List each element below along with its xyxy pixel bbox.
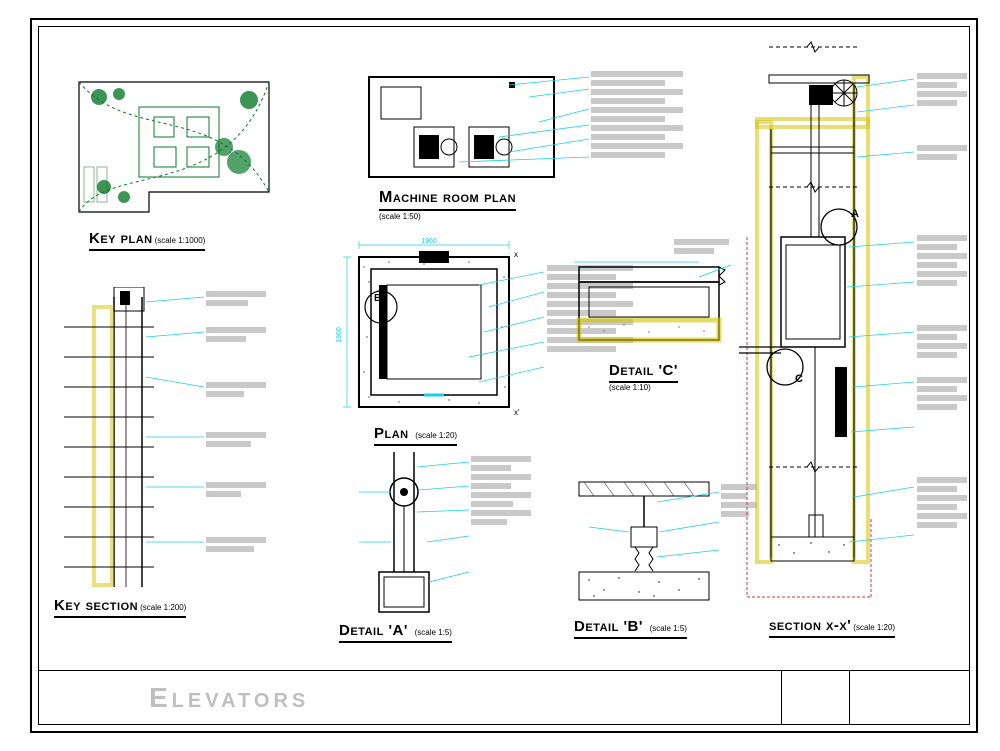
title-text: Detail 'A' [339, 622, 408, 639]
drawing-sheet-frame: Key plan(scale 1:1000) [30, 18, 978, 733]
annot-ks-2 [206, 327, 266, 342]
caption-section-xx: section x-x'(scale 1:20) [769, 617, 895, 638]
drawing-canvas: Key plan(scale 1:1000) [39, 27, 969, 670]
section-marker-x: x [514, 250, 518, 259]
scale-text: (scale 1:20) [853, 623, 895, 632]
annot-sx-4 [917, 325, 967, 358]
scale-text: (scale 1:200) [140, 603, 186, 612]
panel-detail-a: Detail 'A' (scale 1:5) [339, 452, 549, 627]
section-marker-x2: x' [514, 408, 520, 417]
title-cell-2 [849, 671, 969, 724]
panel-detail-b: Detail 'B' (scale 1:5) [559, 472, 759, 627]
annot-ks-6 [206, 537, 266, 552]
sheet-title: Elevators [39, 671, 781, 724]
dim-h: 1960 [336, 327, 343, 343]
annot-da-r [471, 456, 531, 525]
detail-c-drawing [569, 247, 749, 377]
title-text: Key plan [89, 230, 153, 247]
annot-sx-1 [917, 73, 967, 106]
annot-sx-6 [917, 477, 967, 528]
title-text: Detail 'C' [609, 362, 678, 379]
scale-machine-room: (scale 1:50) [379, 212, 421, 221]
scale-text: (scale 1:1000) [155, 236, 206, 245]
annot-sx-2 [917, 145, 967, 160]
title-text: section x-x' [769, 617, 851, 634]
title-text: Plan [374, 425, 409, 442]
annot-ks-5 [206, 482, 266, 497]
annot-ks-4 [206, 432, 266, 447]
key-section-drawing [54, 287, 304, 607]
scale-text: (scale 1:20) [415, 431, 457, 440]
annot-ks-3 [206, 382, 266, 397]
annot-detail-c [674, 239, 734, 254]
annot-machine-room [591, 71, 683, 158]
title-cell-1 [781, 671, 849, 724]
panel-key-plan: Key plan(scale 1:1000) [69, 72, 289, 222]
caption-detail-b: Detail 'B' (scale 1:5) [574, 618, 687, 639]
caption-key-section: Key section(scale 1:200) [54, 597, 186, 618]
title-text: Key section [54, 597, 138, 614]
scale-text: (scale 1:5) [650, 624, 687, 633]
annot-sx-3 [917, 235, 967, 286]
detail-marker-c: C [795, 373, 803, 385]
title-text: Detail 'B' [574, 618, 643, 635]
title-text: Machine room plan [379, 189, 516, 206]
drawing-sheet-inner: Key plan(scale 1:1000) [38, 26, 970, 725]
panel-detail-c: Detail 'C' (scale 1:10) [569, 247, 749, 377]
scale-text: (scale 1:5) [415, 628, 452, 637]
caption-plan: Plan (scale 1:20) [374, 425, 457, 446]
caption-detail-a: Detail 'A' (scale 1:5) [339, 622, 452, 643]
annot-ks-1 [206, 291, 266, 306]
dim-w: 1960 [421, 238, 437, 245]
caption-detail-c: Detail 'C' [609, 362, 678, 383]
caption-machine-room: Machine room plan [379, 189, 516, 211]
detail-marker-a: A [851, 208, 859, 220]
scale-detail-c: (scale 1:10) [609, 383, 651, 392]
detail-marker-b: B [374, 293, 381, 304]
panel-key-section: Key section(scale 1:200) [54, 287, 304, 607]
key-plan-drawing [69, 72, 289, 222]
caption-key-plan: Key plan(scale 1:1000) [89, 230, 205, 251]
panel-machine-room: Machine room plan (scale 1:50) [359, 67, 684, 197]
annot-sx-5 [917, 377, 967, 410]
panel-section-xx: A C [739, 37, 969, 627]
title-block: Elevators [39, 670, 969, 724]
